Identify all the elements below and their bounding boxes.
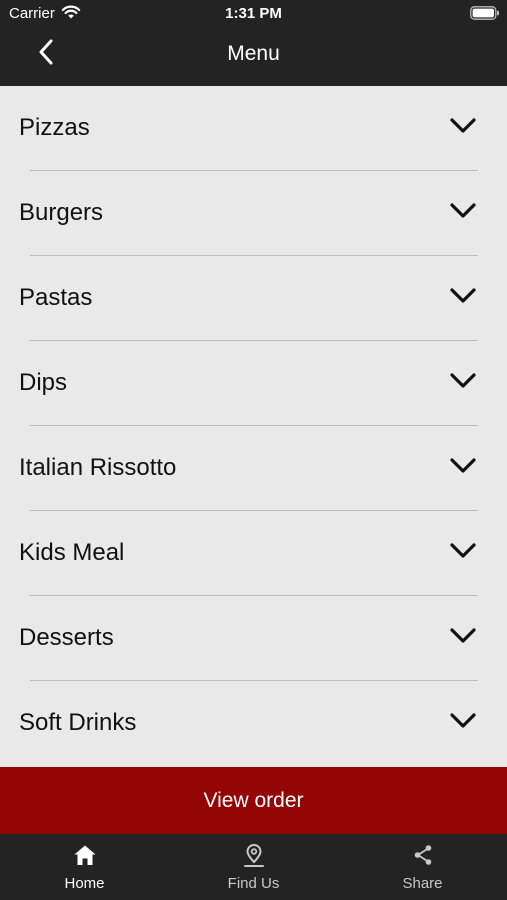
- chevron-down-icon: [449, 372, 477, 395]
- chevron-down-icon: [449, 627, 477, 650]
- chevron-down-icon: [449, 457, 477, 480]
- menu-category-label: Soft Drinks: [19, 709, 137, 736]
- menu-category-kids-meal[interactable]: Kids Meal: [0, 511, 507, 596]
- menu-category-italian-rissotto[interactable]: Italian Rissotto: [0, 426, 507, 511]
- tab-share[interactable]: Share: [338, 834, 507, 900]
- menu-category-pastas[interactable]: Pastas: [0, 256, 507, 341]
- menu-category-soft-drinks[interactable]: Soft Drinks: [0, 681, 507, 766]
- location-pin-icon: [169, 844, 338, 867]
- home-icon: [0, 844, 169, 866]
- menu-category-burgers[interactable]: Burgers: [0, 171, 507, 256]
- menu-category-label: Kids Meal: [19, 539, 125, 566]
- chevron-down-icon: [449, 712, 477, 735]
- tab-label: Find Us: [227, 875, 280, 892]
- menu-category-label: Desserts: [19, 624, 114, 651]
- status-bar: Carrier 1:31 PM: [0, 0, 507, 28]
- chevron-down-icon: [449, 542, 477, 565]
- chevron-down-icon: [449, 202, 477, 225]
- status-time: 1:31 PM: [225, 5, 282, 22]
- menu-category-desserts[interactable]: Desserts: [0, 596, 507, 681]
- tab-label: Home: [64, 875, 105, 892]
- menu-category-label: Italian Rissotto: [19, 454, 177, 481]
- page-title: Menu: [227, 42, 280, 65]
- tab-find-us[interactable]: Find Us: [169, 834, 338, 900]
- menu-category-label: Pastas: [19, 284, 93, 311]
- tab-label: Share: [402, 875, 443, 892]
- menu-category-label: Pizzas: [19, 114, 90, 141]
- tab-bar: Home Find Us Share: [0, 834, 507, 900]
- share-icon: [338, 844, 507, 866]
- chevron-down-icon: [449, 287, 477, 310]
- menu-category-dips[interactable]: Dips: [0, 341, 507, 426]
- menu-category-label: Burgers: [19, 199, 104, 226]
- chevron-down-icon: [449, 117, 477, 140]
- nav-bar: Menu: [0, 28, 507, 86]
- menu-category-label: Dips: [19, 369, 68, 396]
- tab-home[interactable]: Home: [0, 834, 169, 900]
- menu-category-list: Pizzas Burgers Pastas Dips Italian Risso…: [0, 86, 507, 767]
- view-order-button[interactable]: View order: [0, 767, 507, 834]
- header: Carrier 1:31 PM Menu: [0, 0, 507, 86]
- menu-category-pizzas[interactable]: Pizzas: [0, 86, 507, 171]
- battery-icon: [470, 6, 500, 25]
